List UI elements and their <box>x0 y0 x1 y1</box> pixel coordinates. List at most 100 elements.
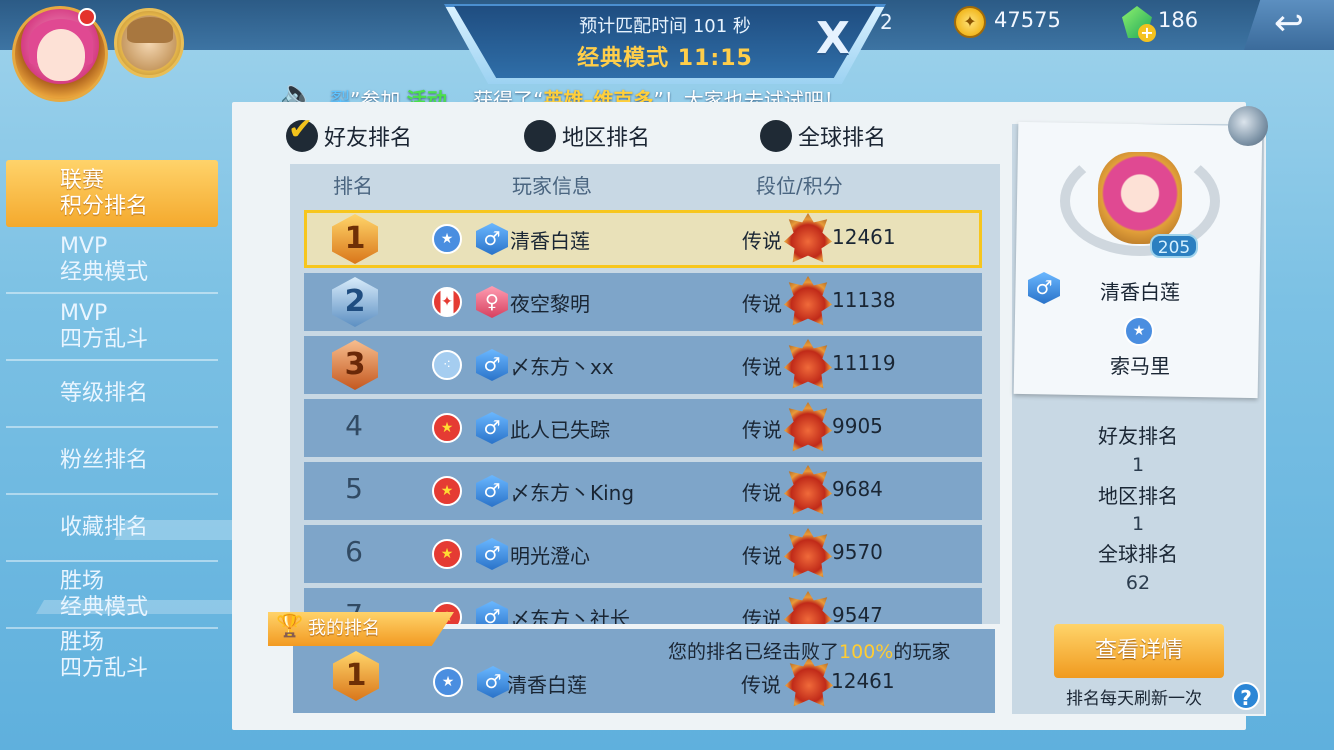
player-name: 〆东方丶King <box>510 481 635 505</box>
male-icon: ♂ <box>476 601 508 624</box>
rank-gold-badge: 1 <box>333 651 379 701</box>
sidebar-item-level[interactable]: 等级排名 <box>6 361 218 428</box>
china-flag-icon: ★ <box>432 476 462 506</box>
radio-selected-icon: ✔ <box>286 112 318 152</box>
filter-global[interactable]: 全球排名 <box>760 120 886 152</box>
view-details-button[interactable]: 查看详情 <box>1054 624 1224 678</box>
cancel-match-button[interactable]: X <box>808 14 858 64</box>
rank-number: 5 <box>345 472 363 505</box>
table-row[interactable]: 5 ★ ♂ 〆东方丶King 传说 9684 <box>304 462 982 520</box>
column-header-player: 玩家信息 <box>512 174 592 198</box>
friend-avatar[interactable] <box>114 8 184 78</box>
sidebar-item-label: 胜场 <box>60 630 105 655</box>
sidebar-item-league-points[interactable]: 联赛 积分排名 <box>6 160 218 227</box>
sidebar-item-wins-classic[interactable]: 胜场 经典模式 <box>6 562 218 629</box>
china-flag-icon: ★ <box>432 413 462 443</box>
legend-tier-icon <box>784 339 832 389</box>
tier-label: 传说 <box>742 355 782 379</box>
player-name: 清香白莲 <box>510 229 590 253</box>
sidebar-item-label: 积分排名 <box>60 193 149 219</box>
friend-rank-label: 好友排名 <box>1098 424 1178 448</box>
column-header-tier: 段位/积分 <box>756 174 843 198</box>
pin-icon <box>1228 106 1268 146</box>
male-icon: ♂ <box>476 349 508 381</box>
ranking-list[interactable]: 1 ★ ♂ 清香白莲 传说 12461 2 ✦ ♀ 夜空黎明 传说 11138 … <box>304 210 982 624</box>
refresh-note: 排名每天刷新一次 <box>1066 689 1202 709</box>
player-name: 清香白莲 <box>507 673 587 697</box>
notification-dot <box>78 8 96 26</box>
sidebar-item-label: MVP <box>60 233 108 259</box>
sidebar-item-fans[interactable]: 粉丝排名 <box>6 428 218 495</box>
legend-tier-icon <box>784 465 832 515</box>
beat-percentage: 100% <box>839 641 894 663</box>
sidebar-item-label: 收藏排名 <box>60 514 149 540</box>
tier-label: 传说 <box>741 673 781 697</box>
male-icon: ♂ <box>476 223 508 255</box>
beat-percentage-text: 您的排名已经击败了100%的玩家 <box>668 637 950 664</box>
trophy-icon: 🏆 <box>276 614 304 639</box>
checkmark-icon: ✔ <box>288 112 314 147</box>
rank-number: 4 <box>345 409 363 442</box>
male-icon: ♂ <box>477 666 509 698</box>
table-row[interactable]: 6 ★ ♂ 明光澄心 传说 9570 <box>304 525 982 583</box>
score: 9684 <box>832 477 883 501</box>
tier-label: 传说 <box>742 544 782 568</box>
global-rank-label: 全球排名 <box>1098 542 1178 566</box>
help-icon[interactable]: ? <box>1232 682 1260 710</box>
radio-icon <box>760 120 792 152</box>
table-row[interactable]: 4 ★ ♂ 此人已失踪 传说 9905 <box>304 399 982 457</box>
beat-text-suffix: 的玩家 <box>893 641 951 663</box>
coin-count: 47575 <box>994 8 1061 32</box>
canada-flag-icon: ✦ <box>432 287 462 317</box>
player-level-badge: 205 <box>1150 234 1198 258</box>
tier-label: 传说 <box>742 229 782 253</box>
profile-avatar[interactable] <box>1098 152 1182 244</box>
match-estimated-time: 预计匹配时间 101 秒 <box>579 16 751 37</box>
score: 12461 <box>832 225 896 249</box>
score: 11138 <box>832 288 896 312</box>
sidebar-item-wins-brawl[interactable]: 胜场 四方乱斗 <box>6 629 218 683</box>
tier-label: 传说 <box>742 418 782 442</box>
rank-gold-badge: 1 <box>332 214 378 264</box>
score: 9547 <box>832 603 883 624</box>
add-gems-button[interactable]: + <box>1138 24 1156 42</box>
rank-silver-badge: 2 <box>332 277 378 327</box>
tier-label: 传说 <box>742 481 782 505</box>
score: 9570 <box>832 540 883 564</box>
sidebar-item-collection[interactable]: 收藏排名 <box>6 495 218 562</box>
filter-label: 好友排名 <box>324 126 413 151</box>
filter-friends[interactable]: ✔ 好友排名 <box>286 112 413 152</box>
tier-label: 传说 <box>742 292 782 316</box>
sidebar-item-mvp-brawl[interactable]: MVP 四方乱斗 <box>6 294 218 361</box>
table-row[interactable]: 2 ✦ ♀ 夜空黎明 传说 11138 <box>304 273 982 331</box>
sidebar-item-label: 联赛 <box>60 167 105 193</box>
table-row[interactable]: 3 ⁖ ♂ 〆东方丶xx 传说 11119 <box>304 336 982 394</box>
table-row[interactable]: 1 ★ ♂ 清香白莲 传说 12461 <box>304 210 982 268</box>
rank-number: 6 <box>345 535 363 568</box>
global-rank-value: 62 <box>1125 572 1151 594</box>
sidebar-item-label: 粉丝排名 <box>60 447 149 473</box>
friend-avatar-hair <box>127 17 173 43</box>
sidebar-item-label: 经典模式 <box>60 259 149 285</box>
sidebar-item-label: 等级排名 <box>60 380 149 406</box>
legend-tier-icon <box>784 213 832 263</box>
filter-label: 地区排名 <box>562 126 651 151</box>
somalia-flag-icon: ★ <box>432 224 462 254</box>
column-header-rank: 排名 <box>333 174 373 198</box>
sidebar-item-mvp-classic[interactable]: MVP 经典模式 <box>6 227 218 294</box>
coin-icon: ✦ <box>954 6 986 38</box>
micronesia-flag-icon: ⁖ <box>432 350 462 380</box>
region-rank-value: 1 <box>1131 513 1145 535</box>
tier-label: 传说 <box>742 607 782 624</box>
friend-rank-value: 1 <box>1131 454 1145 476</box>
somalia-flag-icon: ★ <box>433 667 463 697</box>
legend-tier-icon <box>784 528 832 578</box>
player-name: 〆东方丶社长 <box>510 607 630 624</box>
sidebar-item-label: MVP <box>60 300 108 326</box>
sidebar-item-label: 四方乱斗 <box>60 326 149 352</box>
profile-name: 清香白莲 <box>1100 280 1180 304</box>
legend-tier-icon <box>785 657 833 707</box>
sidebar-item-label: 经典模式 <box>60 594 149 620</box>
filter-region[interactable]: 地区排名 <box>524 120 650 152</box>
player-name: 此人已失踪 <box>510 418 610 442</box>
